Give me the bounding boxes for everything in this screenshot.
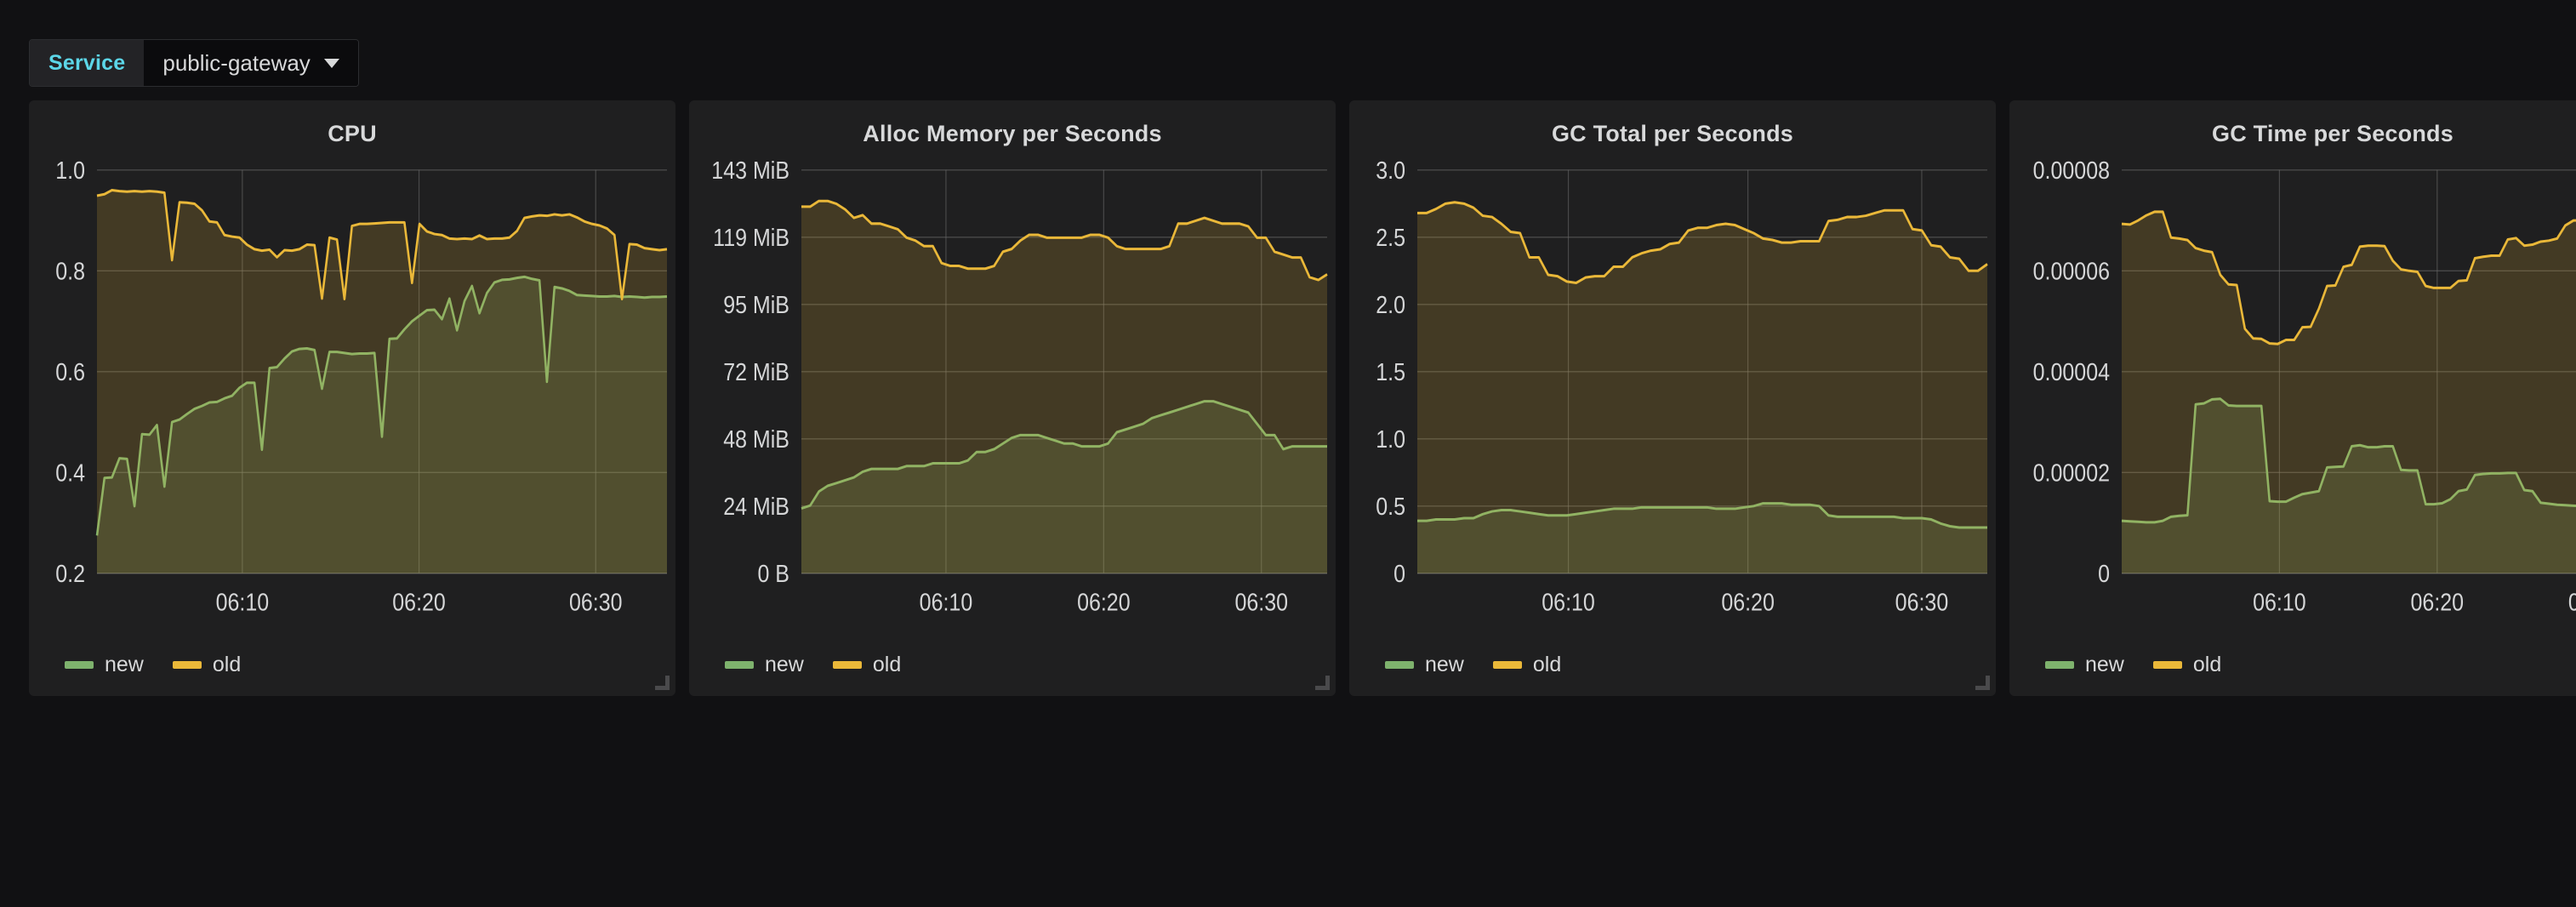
y-axis-tick-label: 0.8 bbox=[55, 258, 85, 285]
legend-label: new bbox=[1425, 653, 1464, 676]
x-axis-tick-label: 06:10 bbox=[1542, 589, 1595, 616]
legend-item-new[interactable]: new bbox=[725, 653, 804, 677]
panel-plot-area[interactable]: 143 MiB 119 MiB 95 MiB 72 MiB 48 MiB 24 MiB 0 … bbox=[689, 152, 1336, 644]
panel-plot-area[interactable]: 3.0 2.5 2.0 1.5 1.0 0.5 0 06:10 06:20 06:30 bbox=[1349, 152, 1996, 644]
y-axis-tick-label: 3.0 bbox=[1376, 157, 1405, 185]
y-axis-tick-label: 143 MiB bbox=[711, 157, 789, 185]
legend-item-old[interactable]: old bbox=[832, 653, 902, 677]
legend-color-swatch bbox=[725, 661, 754, 669]
panel-title: GC Total per Seconds bbox=[1551, 121, 1794, 146]
legend-color-swatch bbox=[1385, 661, 1414, 669]
legend-color-swatch bbox=[1492, 661, 1522, 669]
x-axis-tick-label: 06:30 bbox=[1234, 589, 1288, 616]
legend-item-old[interactable]: old bbox=[2152, 653, 2222, 677]
y-axis-tick-label: 0.5 bbox=[1376, 493, 1405, 521]
x-axis-tick-label: 06:10 bbox=[2253, 589, 2306, 616]
legend-item-old[interactable]: old bbox=[1492, 653, 1562, 677]
panel-legend: new old bbox=[29, 644, 675, 696]
x-axis-tick-label: 06:20 bbox=[2411, 589, 2465, 616]
y-axis-tick-label: 0.00006 bbox=[2033, 258, 2110, 285]
panel-plot-area[interactable]: 1.0 0.8 0.6 0.4 0.2 06:10 06:20 06:30 bbox=[29, 152, 675, 644]
panel-title: GC Time per Seconds bbox=[2212, 121, 2453, 146]
legend-color-swatch bbox=[2045, 661, 2074, 669]
legend-label: old bbox=[212, 653, 242, 676]
y-axis-tick-label: 95 MiB bbox=[723, 292, 789, 319]
panel-resize-handle[interactable] bbox=[1975, 676, 1990, 690]
y-axis-tick-label: 0 bbox=[1393, 561, 1405, 588]
y-axis-tick-label: 0.00002 bbox=[2033, 459, 2110, 487]
legend-label: old bbox=[2192, 653, 2222, 676]
legend-color-swatch bbox=[65, 661, 94, 669]
x-axis-tick-label: 06:10 bbox=[216, 589, 270, 616]
y-axis-tick-label: 0.4 bbox=[55, 459, 85, 487]
x-axis-tick-label: 06:30 bbox=[1895, 589, 1949, 616]
legend-label: new bbox=[765, 653, 804, 676]
x-axis-tick-label: 06:20 bbox=[1077, 589, 1131, 616]
chevron-down-icon bbox=[323, 58, 339, 68]
legend-color-swatch bbox=[832, 661, 862, 669]
y-axis-tick-label: 1.0 bbox=[1376, 426, 1405, 454]
series-area-old bbox=[1417, 202, 1987, 573]
dashboard-panel[interactable]: GC Total per Seconds 3.0 2.5 2.0 1.5 1.0 0.5 0 0… bbox=[1349, 100, 1996, 696]
series-area-old bbox=[801, 201, 1327, 573]
panel-resize-handle[interactable] bbox=[655, 676, 670, 690]
x-axis-tick-label: 06:30 bbox=[2568, 589, 2576, 616]
y-axis-tick-label: 1.5 bbox=[1376, 359, 1405, 386]
panel-title: Alloc Memory per Seconds bbox=[863, 121, 1162, 146]
dashboard-panel[interactable]: GC Time per Seconds 0.00008 0.00006 0.00004… bbox=[2009, 100, 2576, 696]
legend-label: old bbox=[1532, 653, 1562, 676]
y-axis-tick-label: 0.00008 bbox=[2033, 157, 2110, 185]
y-axis-tick-label: 24 MiB bbox=[723, 493, 789, 521]
legend-label: new bbox=[2085, 653, 2124, 676]
y-axis-tick-label: 1.0 bbox=[55, 157, 85, 185]
legend-label: new bbox=[105, 653, 144, 676]
legend-color-swatch bbox=[2152, 661, 2182, 669]
template-variable-bar: Service public-gateway bbox=[0, 0, 2576, 100]
service-variable-group: Service public-gateway bbox=[29, 39, 359, 87]
y-axis-tick-label: 72 MiB bbox=[723, 359, 789, 386]
x-axis-tick-label: 06:20 bbox=[1721, 589, 1775, 616]
panel-plot-area[interactable]: 0.00008 0.00006 0.00004 0.00002 0 06:10 06:20 0… bbox=[2009, 152, 2576, 644]
y-axis-tick-label: 2.5 bbox=[1376, 225, 1405, 252]
panel-legend: new old bbox=[1349, 644, 1996, 696]
legend-item-new[interactable]: new bbox=[65, 653, 144, 677]
x-axis-tick-label: 06:10 bbox=[920, 589, 973, 616]
legend-item-new[interactable]: new bbox=[1385, 653, 1464, 677]
dashboard-panel[interactable]: CPU 1.0 0.8 0.6 0.4 0.2 06:10 06:20 06:30 new old bbox=[29, 100, 675, 696]
service-variable-dropdown[interactable]: public-gateway bbox=[144, 40, 358, 86]
y-axis-tick-label: 119 MiB bbox=[713, 225, 789, 252]
panel-legend: new old bbox=[689, 644, 1336, 696]
legend-label: old bbox=[872, 653, 902, 676]
service-variable-value: public-gateway bbox=[162, 49, 311, 76]
y-axis-tick-label: 2.0 bbox=[1376, 292, 1405, 319]
legend-item-old[interactable]: old bbox=[172, 653, 242, 677]
x-axis-tick-label: 06:20 bbox=[392, 589, 446, 616]
dashboard-panel[interactable]: Alloc Memory per Seconds 143 MiB 119 MiB 95… bbox=[689, 100, 1336, 696]
legend-color-swatch bbox=[172, 661, 202, 669]
dashboard-panel-row: CPU 1.0 0.8 0.6 0.4 0.2 06:10 06:20 06:30 new old A… bbox=[0, 100, 2576, 696]
panel-legend: new old bbox=[2009, 644, 2576, 696]
panel-title: CPU bbox=[328, 121, 377, 146]
series-area-old bbox=[97, 190, 667, 573]
service-variable-label: Service bbox=[30, 40, 145, 86]
y-axis-tick-label: 48 MiB bbox=[723, 426, 789, 454]
y-axis-tick-label: 0 bbox=[2098, 561, 2110, 588]
x-axis-tick-label: 06:30 bbox=[569, 589, 623, 616]
y-axis-tick-label: 0.2 bbox=[55, 561, 85, 588]
y-axis-tick-label: 0 B bbox=[757, 561, 789, 588]
panel-resize-handle[interactable] bbox=[1315, 676, 1330, 690]
y-axis-tick-label: 0.6 bbox=[55, 359, 85, 386]
legend-item-new[interactable]: new bbox=[2045, 653, 2124, 677]
y-axis-tick-label: 0.00004 bbox=[2033, 359, 2110, 386]
